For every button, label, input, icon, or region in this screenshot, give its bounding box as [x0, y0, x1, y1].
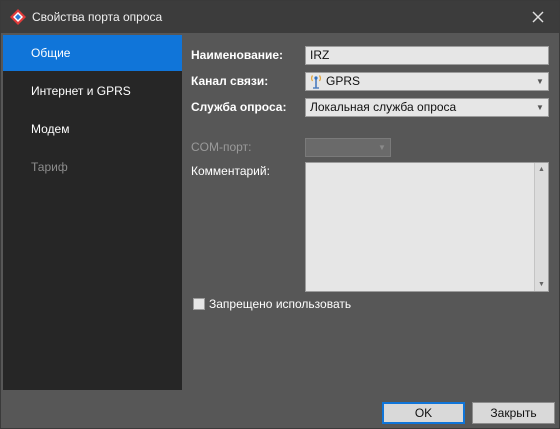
name-value: IRZ [310, 48, 330, 62]
window-title: Свойства порта опроса [32, 10, 163, 24]
comment-textarea[interactable]: ▲ ▼ [305, 162, 549, 292]
close-button[interactable]: Закрыть [472, 402, 555, 424]
chevron-down-icon: ▼ [536, 103, 544, 112]
disabled-checkbox-label[interactable]: Запрещено использовать [209, 297, 351, 311]
sidebar-item-label: Общие [31, 46, 71, 60]
close-icon[interactable] [527, 6, 549, 28]
chevron-down-icon: ▼ [378, 143, 386, 152]
service-select[interactable]: Локальная служба опроса ▼ [305, 98, 549, 117]
name-label: Наименование: [191, 48, 284, 62]
sidebar: Общие Интернет и GPRS Модем Тариф [3, 35, 182, 390]
sidebar-item-general[interactable]: Общие [3, 35, 182, 71]
antenna-icon [311, 75, 321, 89]
com-port-select: ▼ [305, 138, 391, 157]
disabled-checkbox[interactable] [193, 298, 205, 310]
sidebar-item-internet-gprs[interactable]: Интернет и GPRS [3, 73, 182, 109]
dialog-window: Свойства порта опроса Общие Интернет и G… [0, 0, 560, 429]
comment-scrollbar[interactable]: ▲ ▼ [534, 163, 548, 291]
scroll-down-icon[interactable]: ▼ [535, 278, 548, 291]
chevron-down-icon: ▼ [536, 77, 544, 86]
sidebar-item-label: Модем [31, 122, 70, 136]
service-value: Локальная служба опроса [310, 100, 457, 114]
sidebar-item-label: Тариф [31, 160, 68, 174]
ok-button[interactable]: OK [382, 402, 465, 424]
channel-label: Канал связи: [191, 74, 269, 88]
sidebar-item-modem[interactable]: Модем [3, 111, 182, 147]
title-bar[interactable]: Свойства порта опроса [1, 1, 559, 33]
dialog-footer: OK Закрыть [1, 390, 559, 428]
general-panel: Наименование: IRZ Канал связи: GPRS ▼ Сл… [182, 35, 559, 390]
scroll-up-icon[interactable]: ▲ [535, 163, 548, 176]
comment-label: Комментарий: [191, 164, 270, 178]
com-port-label: COM-порт: [191, 140, 252, 154]
name-input[interactable]: IRZ [305, 46, 549, 65]
sidebar-item-tariff: Тариф [3, 149, 182, 185]
app-icon [10, 9, 26, 25]
channel-value: GPRS [326, 74, 361, 88]
channel-select[interactable]: GPRS ▼ [305, 72, 549, 91]
sidebar-item-label: Интернет и GPRS [31, 84, 131, 98]
service-label: Служба опроса: [191, 100, 287, 114]
